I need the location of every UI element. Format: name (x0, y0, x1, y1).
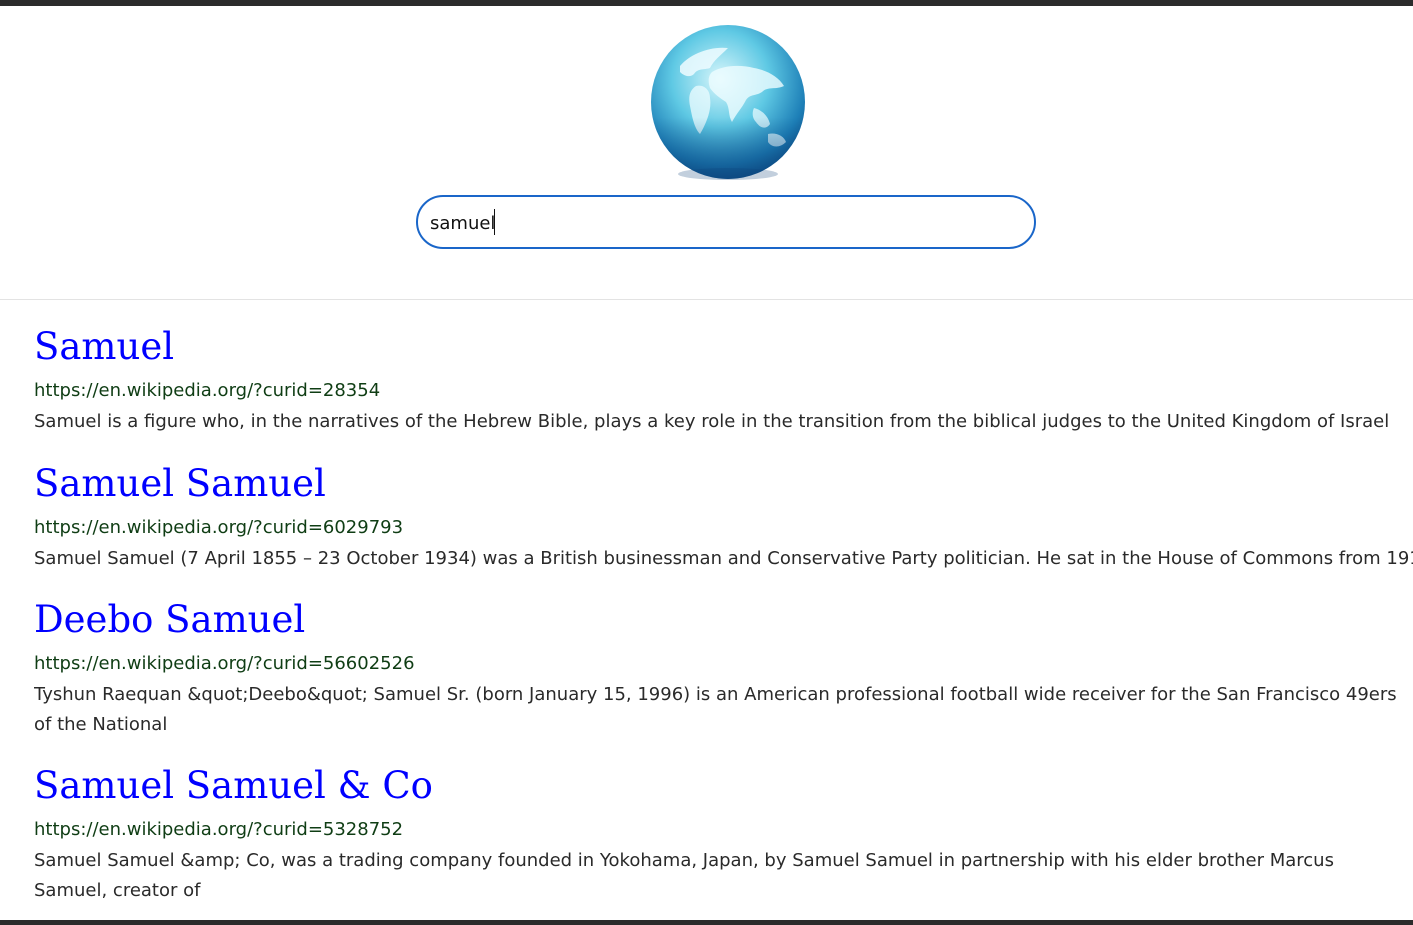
result-url: https://en.wikipedia.org/?curid=6029793 (34, 517, 404, 538)
result-snippet: Tyshun Raequan &quot;Deebo&quot; Samuel … (34, 684, 1397, 735)
result-url: https://en.wikipedia.org/?curid=5328752 (34, 819, 404, 840)
result-title-link[interactable]: Samuel Samuel & Co (34, 759, 433, 813)
globe-icon (651, 25, 805, 180)
result-snippet: Samuel Samuel &amp; Co, was a trading co… (34, 850, 1334, 901)
result-url: https://en.wikipedia.org/?curid=56602526 (34, 653, 415, 674)
search-input[interactable] (430, 209, 1020, 237)
result-url: https://en.wikipedia.org/?curid=28354 (34, 380, 381, 401)
text-caret (494, 209, 495, 235)
result-title-link[interactable]: Deebo Samuel (34, 593, 305, 647)
search-header (0, 6, 1413, 300)
result-snippet: Samuel Samuel (7 April 1855 – 23 October… (34, 548, 1413, 569)
result-title-link[interactable]: Samuel (34, 320, 174, 374)
result-snippet: Samuel is a figure who, in the narrative… (34, 411, 1390, 432)
result-title-link[interactable]: Samuel Samuel (34, 457, 326, 511)
search-box[interactable] (416, 195, 1036, 249)
search-results: Samuel https://en.wikipedia.org/?curid=2… (34, 320, 1413, 918)
window-bottom-bar (0, 920, 1413, 925)
